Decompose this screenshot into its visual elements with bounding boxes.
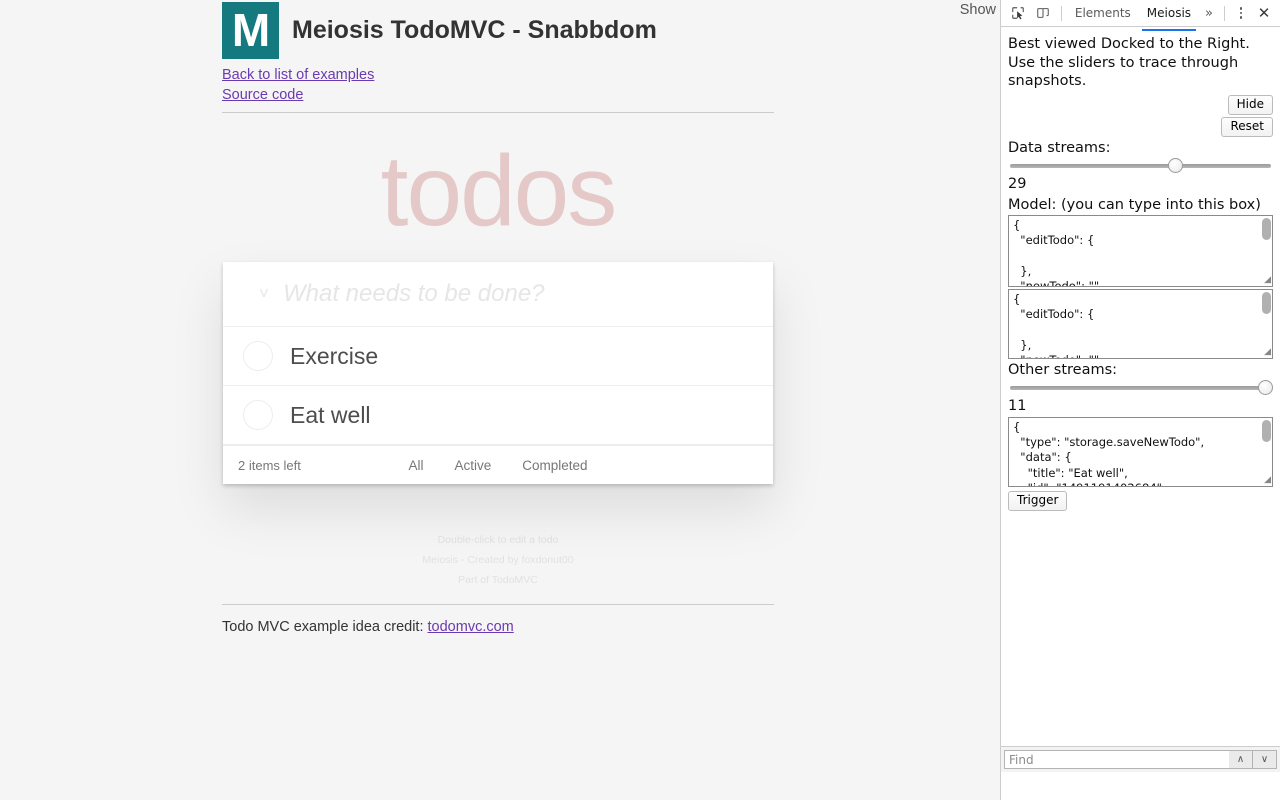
todo-toggle-checkbox[interactable] — [229, 327, 287, 385]
tab-meiosis[interactable]: Meiosis — [1139, 2, 1199, 31]
filter-all[interactable]: All — [402, 458, 429, 473]
todo-item-label[interactable]: Eat well — [287, 402, 371, 429]
todo-info: Double-click to edit a todo Meiosis - Cr… — [222, 530, 774, 590]
todo-list: Exercise Eat well — [223, 327, 773, 445]
resize-grip-icon[interactable]: ◢ — [1261, 347, 1271, 357]
credit-prefix: Todo MVC example idea credit: — [222, 619, 428, 635]
header-divider — [222, 112, 774, 113]
todo-footer: 2 items left All Active Completed — [223, 445, 773, 484]
info-line-1: Double-click to edit a todo — [437, 534, 559, 546]
clipped-show-text: Show — [959, 2, 996, 18]
site-header: M Meiosis TodoMVC - Snabbdom — [222, 0, 774, 59]
todos-heading: todos — [380, 135, 618, 247]
page-title: Meiosis TodoMVC - Snabbdom — [292, 16, 657, 44]
devtools-panel: Elements Meiosis » ✕ Best viewed Docked … — [1000, 0, 1280, 800]
find-input[interactable] — [1004, 750, 1229, 769]
model-label: Model: (you can type into this box) — [1008, 196, 1261, 213]
model-textarea-2-wrap: ◢ — [1008, 288, 1273, 359]
filter-completed-link[interactable]: Completed — [516, 455, 593, 476]
meiosis-intro-text: Best viewed Docked to the Right. Use the… — [1008, 36, 1250, 89]
todo-list-item[interactable]: Eat well — [223, 386, 773, 445]
trigger-button[interactable]: Trigger — [1008, 490, 1068, 511]
textarea-scrollbar-thumb[interactable] — [1262, 291, 1271, 314]
model-textarea[interactable] — [1008, 214, 1273, 287]
filter-completed[interactable]: Completed — [516, 458, 593, 473]
todo-header: ˅ — [223, 262, 773, 327]
resize-grip-icon[interactable]: ◢ — [1261, 275, 1271, 285]
find-nav: ∧ ∨ — [1229, 750, 1277, 769]
todo-toggle-checkbox[interactable] — [229, 386, 287, 444]
more-options-kebab-icon[interactable] — [1230, 2, 1252, 24]
toolbar-divider — [1060, 5, 1062, 21]
textarea-scrollbar-thumb[interactable] — [1262, 419, 1271, 442]
slider-track — [1010, 163, 1271, 168]
new-todo-input[interactable] — [283, 262, 773, 326]
info-line-3: Part of TodoMVC — [458, 574, 538, 586]
todo-filters: All Active Completed — [223, 458, 773, 473]
todomvc-link[interactable]: todomvc.com — [428, 619, 514, 635]
data-streams-value: 29 — [1008, 175, 1027, 192]
data-streams-slider[interactable] — [1008, 157, 1273, 174]
textarea-scrollbar-thumb[interactable] — [1262, 217, 1271, 240]
hide-button[interactable]: Hide — [1227, 94, 1273, 115]
todoapp-card: ˅ Exercise Eat well 2 items left All Act… — [223, 262, 773, 484]
filter-active-link[interactable]: Active — [448, 455, 497, 476]
meiosis-logo: M — [222, 2, 279, 59]
page-content: M Meiosis TodoMVC - Snabbdom Back to lis… — [222, 0, 774, 635]
model-textarea-wrap: ◢ — [1008, 214, 1273, 287]
more-tabs-icon[interactable]: » — [1199, 6, 1219, 21]
find-bar: ∧ ∨ — [1001, 746, 1280, 772]
other-streams-label: Other streams: — [1008, 361, 1118, 378]
slider-track — [1010, 385, 1271, 390]
toolbar-divider — [1224, 5, 1226, 21]
data-streams-label: Data streams: — [1008, 139, 1111, 156]
slider-thumb[interactable] — [1258, 379, 1273, 395]
resize-grip-icon[interactable]: ◢ — [1261, 475, 1271, 485]
find-previous-icon[interactable]: ∧ — [1229, 750, 1253, 769]
reset-button[interactable]: Reset — [1221, 116, 1273, 137]
credit-line: Todo MVC example idea credit: todomvc.co… — [222, 619, 774, 635]
meiosis-panel-body: Best viewed Docked to the Right. Use the… — [1001, 27, 1280, 772]
todo-list-item[interactable]: Exercise — [223, 327, 773, 386]
find-next-icon[interactable]: ∨ — [1253, 750, 1277, 769]
other-streams-slider[interactable] — [1008, 379, 1273, 396]
tab-elements[interactable]: Elements — [1067, 2, 1139, 25]
devtools-toolbar: Elements Meiosis » ✕ — [1001, 0, 1280, 31]
toolbar-right-group: ✕ — [1219, 2, 1276, 24]
inspect-element-icon[interactable] — [1005, 2, 1030, 24]
nav-links: Back to list of examples Source code — [222, 66, 774, 105]
circle-icon — [243, 341, 273, 371]
trigger-row: Trigger — [1008, 490, 1273, 511]
todo-item-label[interactable]: Exercise — [287, 343, 378, 370]
footer-divider — [222, 604, 774, 605]
other-streams-value: 11 — [1008, 397, 1027, 414]
source-code-link[interactable]: Source code — [222, 86, 774, 106]
panel-action-buttons: Hide Reset — [1008, 94, 1273, 137]
close-icon[interactable]: ✕ — [1252, 2, 1276, 24]
circle-icon — [243, 400, 273, 430]
filter-all-link[interactable]: All — [402, 455, 429, 476]
filter-active[interactable]: Active — [448, 458, 497, 473]
stream-textarea[interactable] — [1008, 416, 1273, 487]
device-toolbar-icon[interactable] — [1030, 2, 1055, 24]
slider-thumb[interactable] — [1168, 157, 1183, 173]
back-to-examples-link[interactable]: Back to list of examples — [222, 66, 774, 86]
page-viewport: Show M Meiosis TodoMVC - Snabbdom Back t… — [0, 0, 1000, 800]
stream-textarea-wrap: ◢ — [1008, 416, 1273, 487]
info-line-2: Meiosis - Created by foxdonut00 — [422, 554, 574, 566]
model-textarea-2[interactable] — [1008, 288, 1273, 359]
